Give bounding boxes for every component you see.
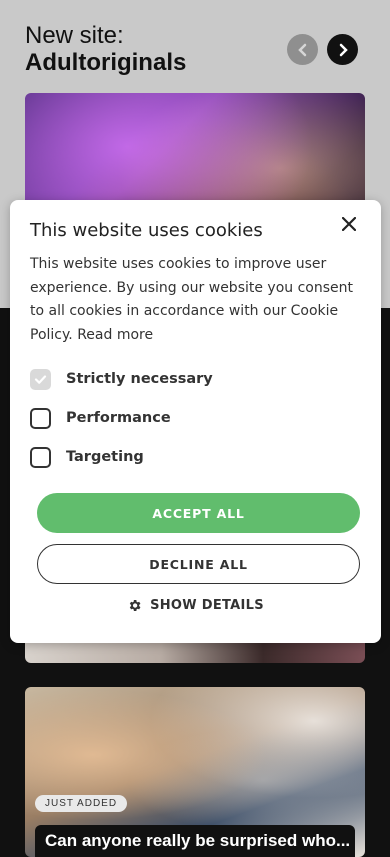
just-added-badge: JUST ADDED — [35, 795, 128, 812]
strictly-necessary-label: Strictly necessary — [66, 371, 213, 387]
carousel-next-button[interactable] — [327, 34, 358, 65]
show-details-button[interactable]: SHOW DETAILS — [10, 598, 381, 613]
chevron-left-icon — [297, 43, 306, 56]
strictly-necessary-checkbox — [30, 368, 51, 390]
gear-icon — [127, 598, 142, 613]
performance-checkbox[interactable] — [30, 407, 51, 429]
video-card-title[interactable]: Can anyone really be surprised who... — [35, 825, 355, 857]
performance-label[interactable]: Performance — [66, 410, 171, 426]
show-details-label[interactable]: SHOW DETAILS — [150, 598, 264, 613]
cookie-dialog-text: This website uses cookies to improve use… — [30, 253, 360, 347]
option-targeting[interactable]: Targeting — [30, 445, 144, 469]
carousel-prev-button[interactable] — [287, 34, 318, 65]
chevron-right-icon — [339, 43, 348, 56]
video-card-just-added[interactable]: JUST ADDED Can anyone really be surprise… — [25, 687, 365, 857]
targeting-checkbox[interactable] — [30, 446, 51, 468]
cookie-consent-dialog: This website uses cookies This website u… — [10, 200, 381, 643]
option-strictly-necessary: Strictly necessary — [30, 367, 213, 391]
heading-line1: New site: — [25, 22, 124, 49]
targeting-label[interactable]: Targeting — [66, 449, 144, 465]
close-dialog-button[interactable] — [337, 212, 361, 236]
close-icon — [342, 217, 356, 231]
check-icon — [34, 374, 47, 384]
accept-all-button[interactable]: ACCEPT ALL — [37, 493, 360, 533]
decline-all-button[interactable]: DECLINE ALL — [37, 544, 360, 584]
read-more-link[interactable]: Read more — [77, 327, 153, 343]
option-performance[interactable]: Performance — [30, 406, 171, 430]
heading-line2: Adultoriginals — [25, 49, 187, 76]
cookie-dialog-title: This website uses cookies — [30, 220, 263, 241]
section-heading: New site: Adultoriginals — [25, 22, 186, 76]
